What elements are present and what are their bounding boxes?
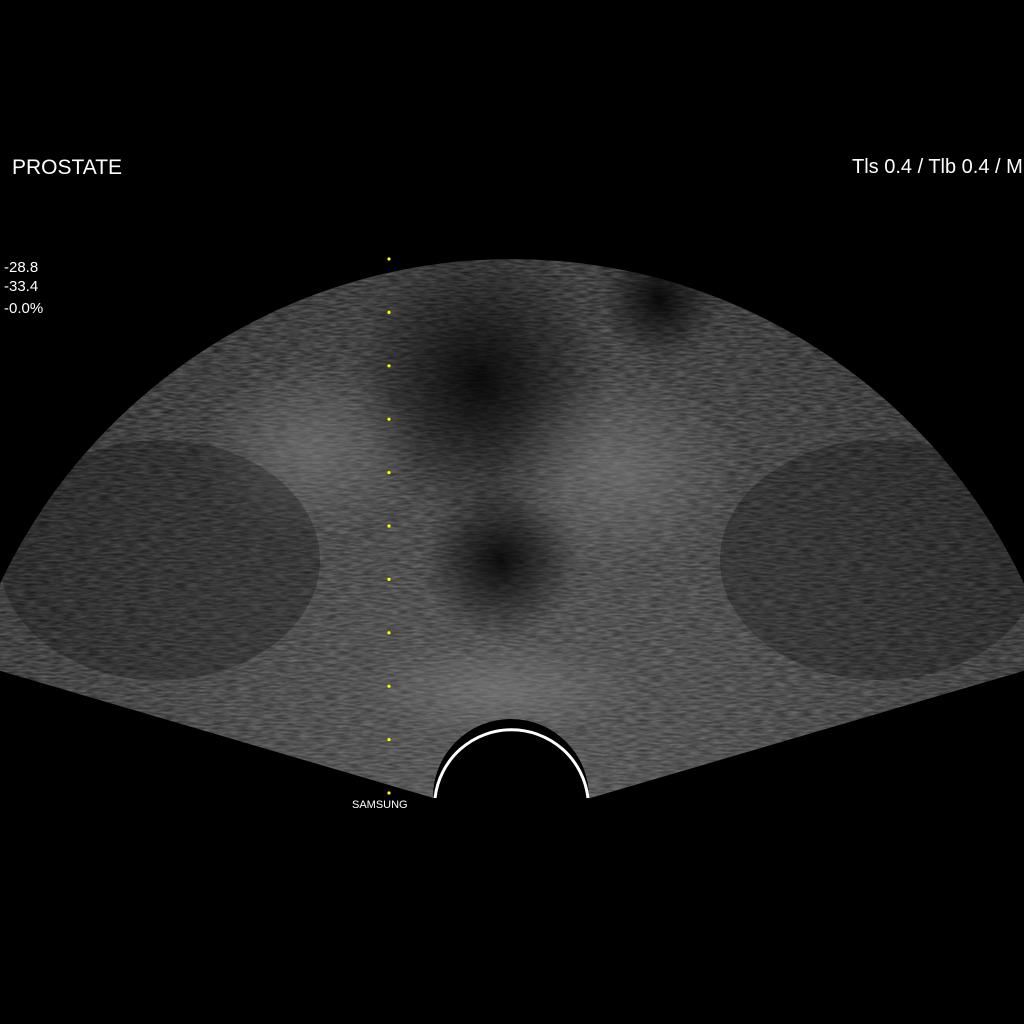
probe-footprint bbox=[433, 719, 589, 875]
depth-marker bbox=[387, 791, 391, 795]
brand-label: SAMSUNG bbox=[352, 799, 408, 811]
depth-marker bbox=[387, 310, 391, 314]
depth-marker bbox=[387, 577, 391, 582]
depth-marker bbox=[387, 738, 391, 742]
readout-1: -28.8 bbox=[4, 259, 39, 276]
depth-marker bbox=[387, 364, 391, 368]
depth-marker bbox=[387, 631, 391, 635]
depth-marker bbox=[387, 684, 391, 688]
depth-marker bbox=[387, 524, 391, 528]
ultrasound-image bbox=[0, 257, 1024, 875]
readout-2: -33.4 bbox=[4, 278, 39, 295]
depth-marker bbox=[387, 257, 391, 261]
readout-3: -0.0% bbox=[4, 300, 44, 317]
thermal-index-readout: Tls 0.4 / Tlb 0.4 / M bbox=[852, 156, 1023, 178]
depth-marker bbox=[387, 417, 391, 421]
exam-preset-label: PROSTATE bbox=[12, 156, 123, 179]
depth-marker bbox=[387, 471, 391, 475]
